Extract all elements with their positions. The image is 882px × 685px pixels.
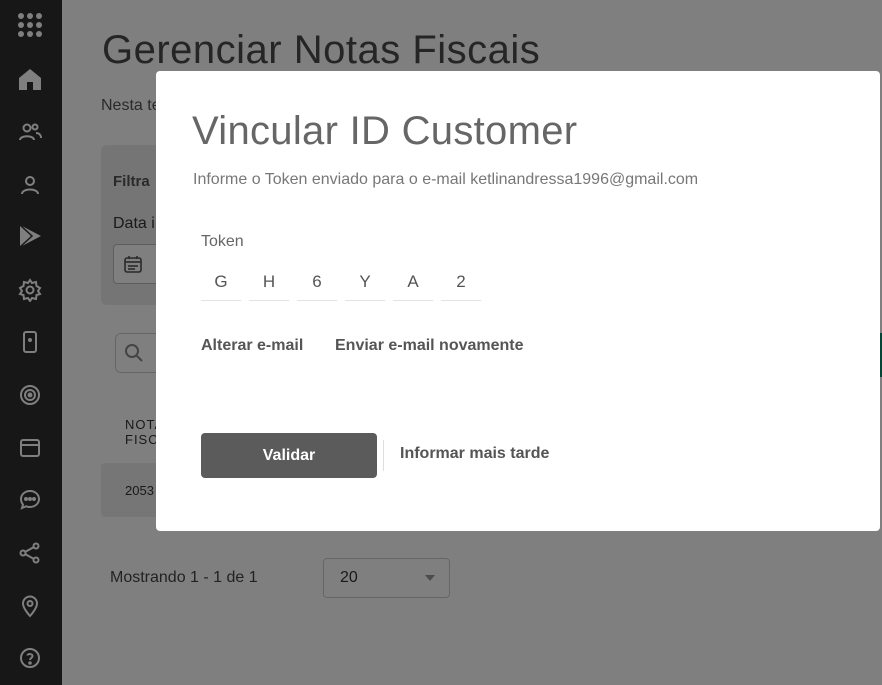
link-customer-id-modal: Vincular ID Customer Informe o Token env… — [156, 71, 880, 531]
token-digit-6[interactable]: 2 — [441, 267, 481, 301]
button-divider — [383, 440, 384, 471]
modal-subtitle: Informe o Token enviado para o e-mail ke… — [193, 171, 699, 188]
modal-title: Vincular ID Customer — [192, 109, 578, 153]
token-digit-3[interactable]: 6 — [297, 267, 337, 301]
token-digit-1[interactable]: G — [201, 267, 241, 301]
resend-email-button[interactable]: Enviar e-mail novamente — [335, 337, 524, 355]
validate-button[interactable]: Validar — [201, 433, 377, 478]
token-digit-4[interactable]: Y — [345, 267, 385, 301]
change-email-button[interactable]: Alterar e-mail — [201, 337, 303, 355]
token-digit-5[interactable]: A — [393, 267, 433, 301]
token-label: Token — [201, 233, 244, 250]
inform-later-button[interactable]: Informar mais tarde — [400, 445, 549, 463]
token-digit-2[interactable]: H — [249, 267, 289, 301]
